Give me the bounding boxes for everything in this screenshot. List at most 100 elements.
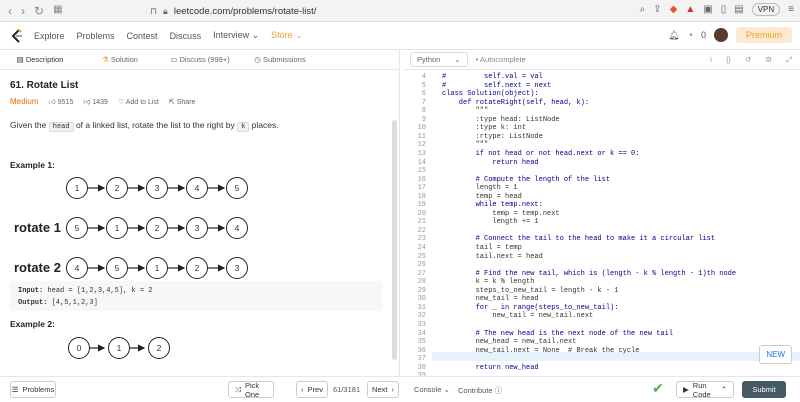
vpn-button[interactable]: VPN	[751, 3, 781, 16]
address-bar[interactable]: ⊓ 🔒︎ leetcode.com/problems/rotate-list/	[150, 3, 316, 19]
bookmark-icon[interactable]: ⊓	[150, 6, 157, 17]
code-line: new_tail = head	[442, 295, 539, 304]
reload-icon[interactable]: ↻	[34, 4, 44, 18]
chevron-down-icon: ⌄	[454, 55, 461, 64]
premium-button[interactable]: Premium	[735, 27, 792, 43]
extensions-icon[interactable]: ▣	[703, 4, 712, 15]
leetcode-logo-icon[interactable]	[10, 28, 24, 43]
share-icon[interactable]: ⇪	[653, 4, 661, 15]
code-line: # Connect the tail to the head to make i…	[442, 235, 716, 244]
heart-icon: ♡	[117, 98, 125, 106]
chevron-down-icon: ⌄	[295, 30, 303, 40]
sidebar-icon[interactable]: ▯	[721, 4, 727, 15]
problems-button[interactable]: ☰ Problems	[10, 381, 56, 398]
problem-meta: Medium 👍︎ 9515 👎︎ 1439 ♡ Add to List ⇱ S…	[10, 97, 389, 106]
line-number: 6	[421, 90, 426, 99]
likes-count: 9515	[57, 99, 74, 106]
tab-solution-label: Solution	[110, 55, 138, 64]
line-number: 14	[417, 158, 426, 167]
line-number: 28	[417, 278, 426, 287]
code-editor[interactable]: 4 # self.val = val 5 # self.next = next 6 cla…	[404, 70, 800, 376]
flask-icon: ⚗	[102, 55, 109, 64]
code-line: """	[442, 107, 489, 116]
line-number: 34	[417, 329, 426, 338]
example-2-diagram	[90, 344, 146, 352]
run-code-button[interactable]: ▶ Run Code ⌃	[676, 381, 734, 399]
add-to-list-button[interactable]: ♡ Add to List	[118, 98, 159, 106]
browser-bar: ‹ › ↻ ▦ ⊓ 🔒︎ leetcode.com/problems/rotat…	[0, 0, 800, 22]
line-number: 25	[417, 252, 426, 261]
list-node: 2	[148, 337, 170, 359]
example-io-block: Input: head = [1,2,3,4,5], k = 2 Output:…	[10, 281, 382, 311]
page-indicator: 61/3181	[333, 385, 361, 394]
bullet-icon: •	[475, 55, 479, 64]
list-node: 3	[226, 257, 248, 279]
tab-submissions[interactable]: ◷ Submissions	[240, 55, 320, 64]
console-button[interactable]: Console ⌄	[414, 385, 450, 394]
line-number: 17	[417, 184, 426, 193]
like-button[interactable]: 👍︎ 9515	[48, 97, 73, 106]
line-number: 36	[417, 346, 426, 355]
avatar[interactable]	[713, 28, 728, 42]
notification-icon[interactable]: 🔔︎	[668, 30, 679, 41]
line-number: 26	[417, 261, 426, 270]
autocomplete-toggle[interactable]: • Autocomplete	[476, 55, 526, 64]
nav-contest[interactable]: Contest	[127, 31, 158, 41]
nav-interview[interactable]: Interview ⌄	[213, 30, 259, 41]
prev-label: Prev	[307, 385, 323, 394]
check-icon: ✔	[652, 380, 664, 396]
chevron-down-icon: ⌄	[443, 385, 450, 394]
list-node: 2	[186, 257, 208, 279]
reset-icon[interactable]: ↺	[745, 55, 751, 65]
search-icon[interactable]: ⌕	[640, 4, 646, 15]
menu-icon[interactable]: ≡	[788, 4, 794, 15]
share-button[interactable]: ⇱ Share	[169, 98, 196, 106]
tab-solution[interactable]: ⚗ Solution	[80, 55, 160, 64]
line-number: 20	[417, 209, 426, 218]
forward-icon[interactable]: ›	[21, 4, 25, 18]
code-line: for _ in range(steps_to_new_tail):	[442, 303, 619, 312]
next-button[interactable]: Next ›	[367, 381, 399, 398]
info-icon[interactable]: i	[710, 55, 712, 65]
back-icon[interactable]: ‹	[8, 4, 12, 18]
list-node: 2	[146, 217, 168, 239]
fullscreen-icon[interactable]: ⤢	[786, 55, 792, 65]
dislike-button[interactable]: 👎︎ 1439	[83, 97, 108, 106]
wallet-icon[interactable]: ▤	[734, 4, 743, 15]
scrollbar[interactable]	[392, 120, 397, 360]
code-line: length = 1	[442, 184, 518, 193]
problems-label: Problems	[22, 385, 55, 394]
nav-explore[interactable]: Explore	[34, 31, 65, 41]
nav-store[interactable]: Store ⌄	[271, 30, 303, 41]
code-line: k = k % length	[442, 278, 535, 287]
nav-interview-label: Interview	[213, 30, 250, 40]
document-icon: ▤	[16, 55, 24, 64]
submit-button[interactable]: Submit	[742, 381, 786, 398]
rewards-icon[interactable]: ▲	[685, 4, 695, 15]
braces-icon[interactable]: {}	[726, 55, 731, 65]
statement-text: of a linked list, rotate the list to the…	[75, 120, 235, 130]
code-line: def rotateRight(self, head, k):	[442, 98, 590, 107]
list-node: 0	[68, 337, 90, 359]
language-select[interactable]: Python ⌄	[410, 52, 468, 67]
new-badge[interactable]: NEW	[759, 345, 792, 364]
line-number: 37	[417, 355, 426, 364]
url-text[interactable]: leetcode.com/problems/rotate-list/	[174, 6, 317, 17]
brave-shield-icon[interactable]: ◆	[670, 4, 678, 15]
tab-description[interactable]: ▤ Description	[0, 55, 80, 64]
tab-discuss[interactable]: ▭ Discuss (999+)	[160, 55, 240, 64]
prev-button[interactable]: ‹ Prev	[296, 381, 328, 398]
code-line: # Find the new tail, which is (length - …	[442, 269, 737, 278]
line-number: 27	[417, 269, 426, 278]
nav-discuss[interactable]: Discuss	[170, 31, 202, 41]
coin-icon[interactable]: ◔	[688, 30, 693, 40]
bookmarks-icon[interactable]: ▦	[53, 4, 62, 18]
line-number: 9	[421, 115, 426, 124]
line-number: 19	[417, 201, 426, 210]
pick-one-button[interactable]: ⤨ Pick One	[228, 381, 274, 399]
discuss-icon: ▭	[170, 55, 178, 64]
settings-icon[interactable]: ⚙	[765, 55, 772, 65]
problem-title: 61. Rotate List	[10, 80, 79, 91]
contribute-button[interactable]: Contribute ⓘ	[458, 385, 502, 396]
nav-problems[interactable]: Problems	[77, 31, 115, 41]
